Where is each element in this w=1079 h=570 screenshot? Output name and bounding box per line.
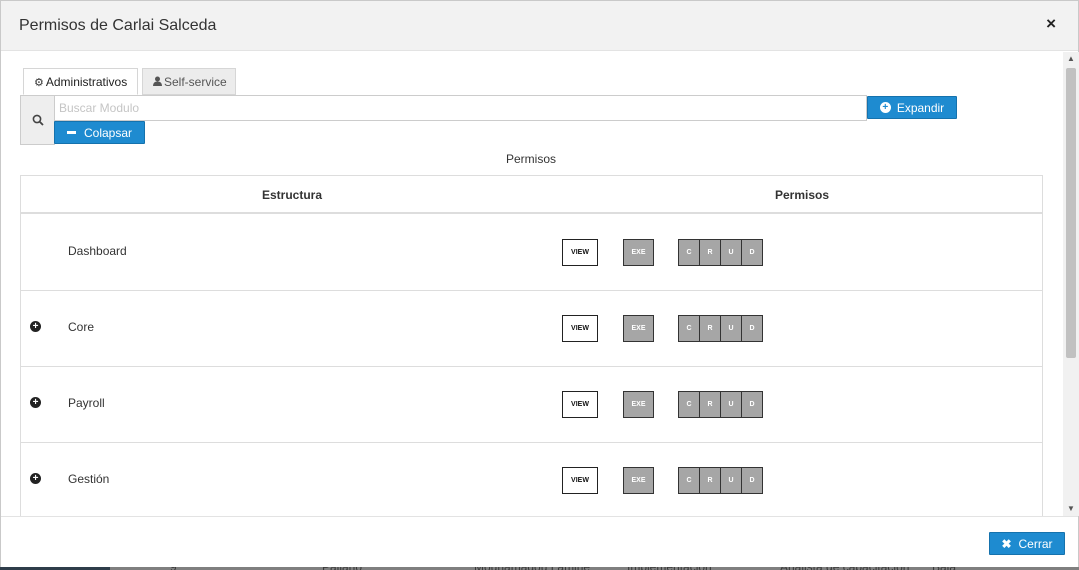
permission-exe-toggle[interactable]: EXE [623,239,654,266]
permission-read-toggle[interactable]: R [699,391,721,418]
permission-create-toggle[interactable]: C [678,315,700,342]
search-addon [20,95,55,145]
scroll-up-arrow-icon[interactable]: ▲ [1063,52,1079,66]
crud-group: C R U D [678,239,763,266]
crud-group: C R U D [678,467,763,494]
permission-update-toggle[interactable]: U [720,315,742,342]
permissions-table: Estructura Permisos Dashboard VIEW EXE C… [20,175,1043,516]
permission-read-toggle[interactable]: R [699,239,721,266]
close-icon[interactable]: × [1046,14,1056,34]
permission-view-toggle[interactable]: VIEW [562,467,598,494]
permission-update-toggle[interactable]: U [720,467,742,494]
permission-create-toggle[interactable]: C [678,239,700,266]
column-header-permisos: Permisos [775,188,830,202]
modal-footer: ✖ Cerrar [1,516,1078,567]
permissions-modal: Permisos de Carlai Salceda × ⚙ Administra… [0,0,1079,567]
expand-button[interactable]: + Expandir [867,96,957,119]
permission-exe-toggle[interactable]: EXE [623,467,654,494]
tab-label: Administrativos [45,75,128,89]
scroll-down-arrow-icon[interactable]: ▼ [1063,502,1079,516]
tab-administrativos[interactable]: ⚙ Administrativos [23,68,138,95]
close-label: Cerrar [1018,536,1053,551]
vertical-scrollbar[interactable]: ▲ ▼ [1063,52,1079,516]
tab-self-service[interactable]: Self-service [142,68,236,95]
permission-exe-toggle[interactable]: EXE [623,315,654,342]
module-label: Payroll [68,396,105,410]
modal-title: Permisos de Carlai Salceda [19,17,217,34]
column-header-estructura: Estructura [262,188,323,202]
table-caption: Permisos [505,152,556,166]
minus-icon [66,131,76,134]
permission-update-toggle[interactable]: U [720,391,742,418]
modal-body: ⚙Administrativos Self-service +Expandir … [1,52,1063,516]
gear-icon: ⚙ [34,77,44,89]
module-label: Core [68,320,95,334]
module-label: Dashboard [68,244,127,258]
expand-label: Expandir [896,100,945,115]
table-row: + Gestión VIEW EXE C R U D [21,443,1042,516]
expand-row-icon[interactable]: + [30,397,41,408]
close-button[interactable]: ✖ Cerrar [989,532,1065,555]
collapse-button[interactable]: Colapsar [54,121,145,144]
permission-delete-toggle[interactable]: D [741,239,763,266]
close-icon: ✖ [1001,536,1012,551]
modal-header: Permisos de Carlai Salceda × [1,1,1078,51]
collapse-label: Colapsar [83,125,133,140]
permission-update-toggle[interactable]: U [720,239,742,266]
permission-view-toggle[interactable]: VIEW [562,391,598,418]
permission-create-toggle[interactable]: C [678,467,700,494]
table-row: + Payroll VIEW EXE C R U D [21,367,1042,443]
crud-group: C R U D [678,391,763,418]
permission-delete-toggle[interactable]: D [741,315,763,342]
search-input[interactable] [54,95,867,121]
table-row: + Core VIEW EXE C R U D [21,291,1042,367]
permission-read-toggle[interactable]: R [699,315,721,342]
permission-delete-toggle[interactable]: D [741,391,763,418]
plus-circle-icon: + [879,102,891,113]
expand-row-icon[interactable]: + [30,321,41,332]
permission-read-toggle[interactable]: R [699,467,721,494]
table-header: Estructura Permisos [21,176,1042,214]
search-icon [32,114,44,126]
module-label: Gestión [68,472,110,486]
table-row: Dashboard VIEW EXE C R U D [21,215,1042,291]
permission-delete-toggle[interactable]: D [741,467,763,494]
scroll-thumb[interactable] [1066,68,1076,358]
permission-view-toggle[interactable]: VIEW [562,315,598,342]
permission-view-toggle[interactable]: VIEW [562,239,598,266]
crud-group: C R U D [678,315,763,342]
user-icon [153,76,162,89]
tab-label: Self-service [164,75,227,89]
expand-row-icon[interactable]: + [30,473,41,484]
permission-exe-toggle[interactable]: EXE [623,391,654,418]
permission-create-toggle[interactable]: C [678,391,700,418]
